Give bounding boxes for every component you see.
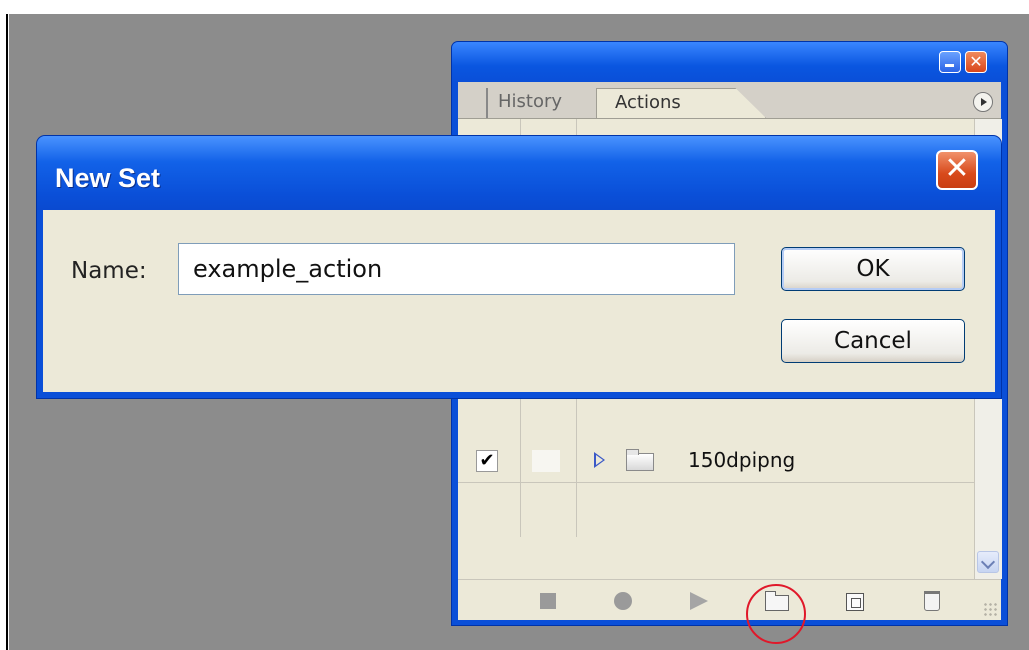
close-icon: ✕: [944, 151, 970, 186]
play-icon[interactable]: [690, 592, 708, 610]
trash-icon[interactable]: [924, 591, 940, 611]
new-set-dialog: New Set ✕ Name: OK Cancel: [37, 136, 1001, 398]
toggle-item-checkbox[interactable]: ✔: [476, 450, 498, 472]
tab-history[interactable]: History: [486, 88, 586, 118]
window-edge: [6, 14, 8, 650]
record-icon[interactable]: [614, 592, 632, 610]
panel-titlebar[interactable]: ✕: [452, 42, 1007, 82]
new-action-icon[interactable]: [846, 593, 864, 611]
panel-menu-icon[interactable]: [973, 92, 993, 112]
action-set-label: 150dpipng: [688, 448, 796, 472]
expand-triangle-icon[interactable]: [594, 452, 605, 468]
dialog-body: Name: OK Cancel: [43, 210, 995, 392]
list-item[interactable]: ✔ 150dpipng: [458, 440, 974, 483]
panel-close-button[interactable]: ✕: [965, 51, 987, 73]
dialog-titlebar[interactable]: New Set ✕: [37, 136, 1001, 210]
cancel-button[interactable]: Cancel: [781, 319, 965, 363]
scroll-down-icon[interactable]: [977, 551, 999, 573]
panel-tabstrip: History Actions: [458, 82, 1001, 119]
ok-button[interactable]: OK: [781, 247, 965, 291]
stop-icon[interactable]: [540, 593, 556, 609]
name-input[interactable]: [178, 243, 735, 295]
resize-grip-icon[interactable]: [983, 602, 997, 616]
dialog-title: New Set: [55, 163, 161, 193]
tab-actions[interactable]: Actions: [596, 88, 766, 118]
name-label: Name:: [71, 258, 147, 284]
dialog-close-button[interactable]: ✕: [936, 150, 978, 190]
folder-icon: [626, 449, 654, 471]
close-icon: ✕: [969, 52, 983, 71]
minimize-icon[interactable]: [939, 51, 961, 73]
toggle-dialog-cell[interactable]: [532, 450, 560, 472]
new-set-icon[interactable]: [765, 591, 789, 611]
panel-toolbar: [458, 579, 1001, 620]
